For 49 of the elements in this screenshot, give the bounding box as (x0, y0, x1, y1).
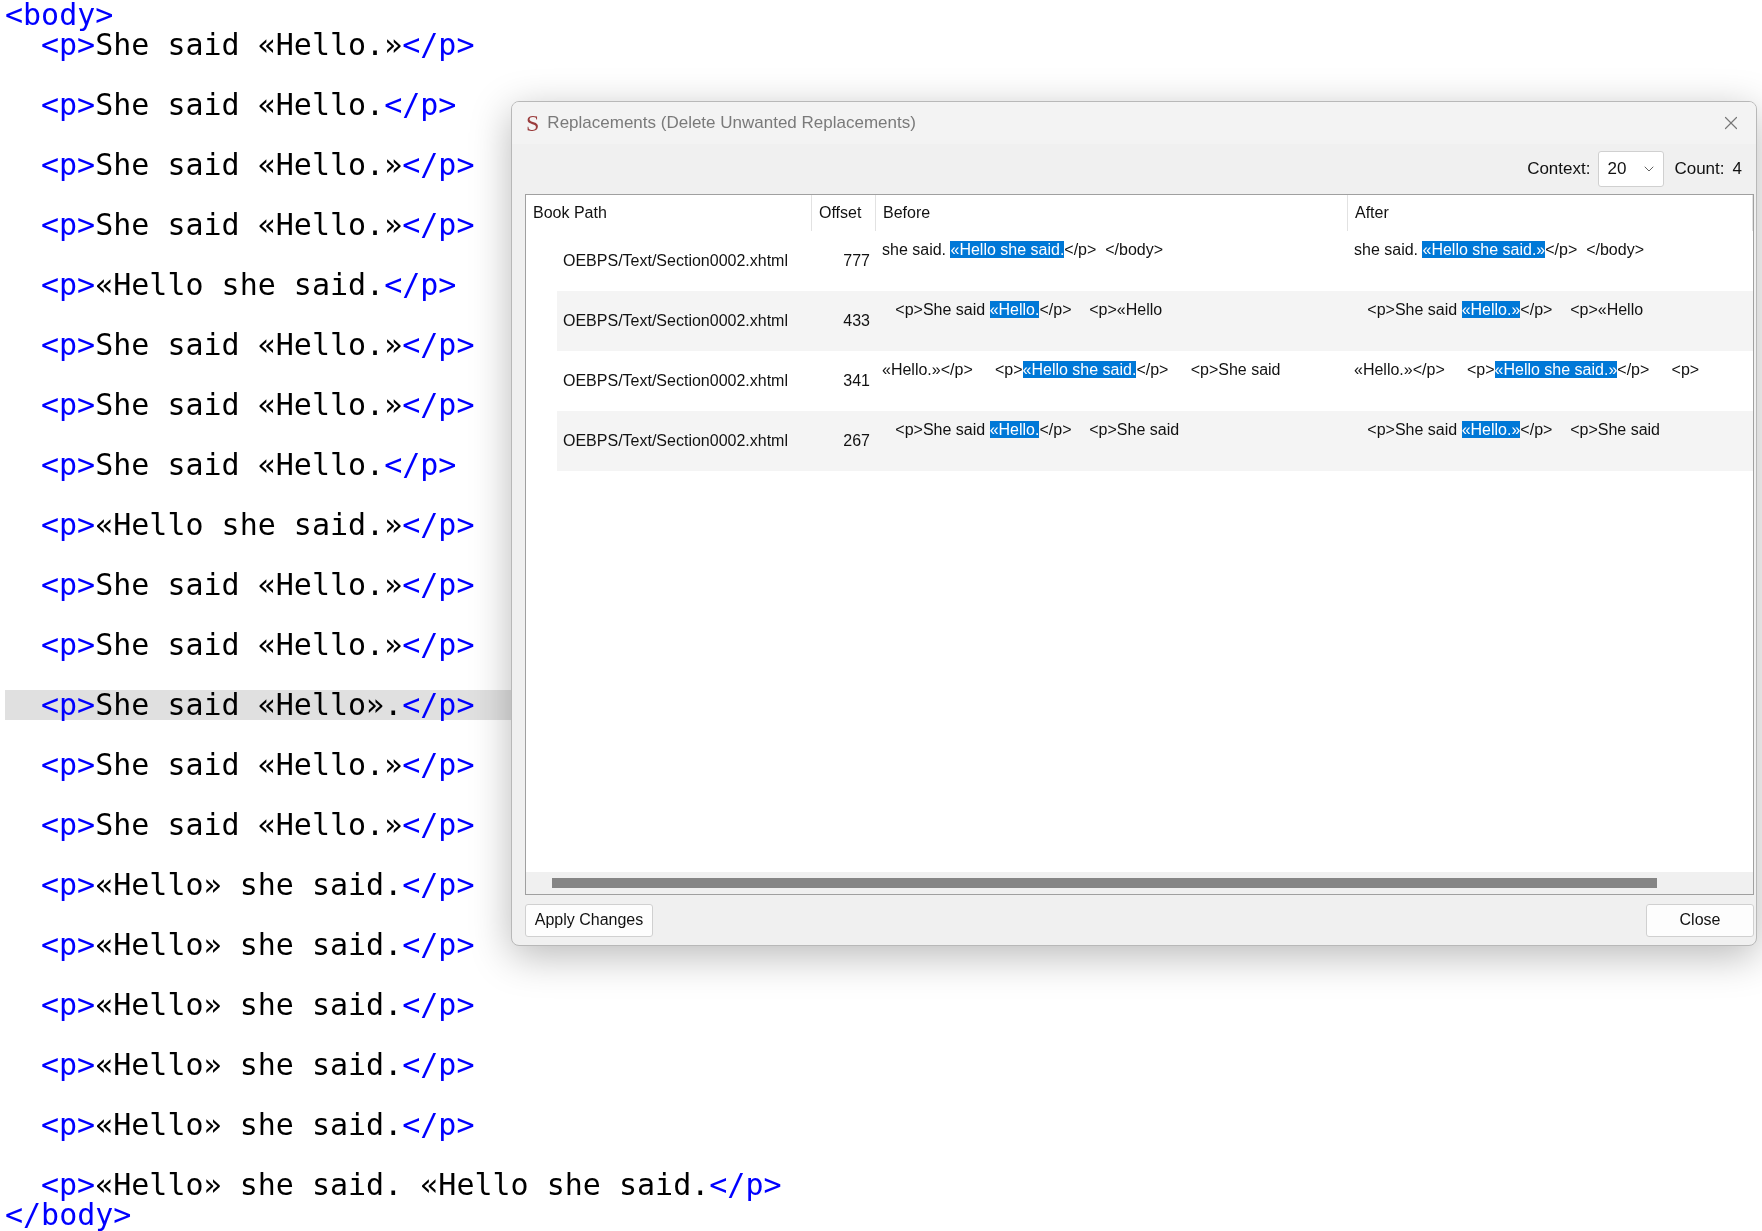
code-line: <p>She said «Hello.»</p> (40, 210, 475, 240)
code-line: <p>She said «Hello.»</p> (40, 390, 475, 420)
horizontal-scrollbar[interactable] (526, 872, 1753, 894)
table-row[interactable]: OEBPS/Text/Section0002.xhtml 267 <p>She said «Hello.</p> <p>She said <p>She said «Hello.»</p> <p>She said (557, 411, 1753, 471)
after-cell-text: «Hello.»</p> <p>«Hello she said.»</p> <p> (1353, 360, 1701, 380)
code-line: <p>«Hello she said.»</p> (40, 510, 475, 540)
before-cell-text: <p>She said «Hello.</p> <p>She said (894, 420, 1181, 440)
code-line: </body> (5, 1200, 132, 1230)
code-line: <p>She said «Hello.»</p> (40, 150, 475, 180)
code-line: <p>She said «Hello.»</p> (40, 810, 475, 840)
offset-cell-text: 433 (842, 311, 871, 331)
count-label: Count: (1674, 159, 1725, 179)
offset-cell-text: 341 (842, 371, 871, 391)
code-line: <p>She said «Hello.»</p> (40, 750, 475, 780)
code-line: <p>She said «Hello.»</p> (40, 630, 475, 660)
code-line: <body> (5, 0, 114, 30)
offset-cell-text: 777 (842, 251, 871, 271)
context-label: Context: (1527, 159, 1591, 179)
book-path-cell-text: OEBPS/Text/Section0002.xhtml (562, 251, 789, 271)
code-line: <p>«Hello» she said. «Hello she said.</p> (40, 1170, 782, 1200)
code-line: <p>«Hello» she said.</p> (40, 870, 475, 900)
app-logo: S (526, 111, 540, 135)
book-path-cell-text: OEBPS/Text/Section0002.xhtml (562, 311, 789, 331)
before-cell-text: she said. «Hello she said.</p> </body> (881, 240, 1165, 260)
after-cell-text: <p>She said «Hello.»</p> <p>She said (1366, 420, 1661, 440)
after-cell-text: she said. «Hello she said.»</p> </body> (1353, 240, 1645, 260)
code-line: <p>She said «Hello.»</p> (40, 570, 475, 600)
scrollbar-thumb[interactable] (552, 878, 1657, 888)
offset-cell-text: 267 (842, 431, 871, 451)
after-cell-text: <p>She said «Hello.»</p> <p>«Hello (1366, 300, 1645, 320)
before-cell-text: <p>She said «Hello.</p> <p>«Hello (894, 300, 1164, 320)
code-line: <p>She said «Hello.»</p> (40, 330, 475, 360)
before-cell-text: «Hello.»</p> <p>«Hello she said.</p> <p>She said (881, 360, 1282, 380)
table-row[interactable]: OEBPS/Text/Section0002.xhtml 433 <p>She said «Hello.</p> <p>«Hello <p>She said «Hello.»</p> <p>«Hello (557, 291, 1753, 351)
code-line: <p>«Hello she said.</p> (40, 270, 457, 300)
code-line: <p>«Hello» she said.</p> (40, 1050, 475, 1080)
code-line: <p>«Hello» she said.</p> (40, 990, 475, 1020)
book-path-cell-text: OEBPS/Text/Section0002.xhtml (562, 371, 789, 391)
code-line: <p>«Hello» she said.</p> (40, 930, 475, 960)
count-value: 4 (1732, 159, 1742, 179)
dialog-title: Replacements (Delete Unwanted Replacements) (547, 113, 917, 133)
code-line: <p>She said «Hello.</p> (40, 90, 457, 120)
book-path-cell-text: OEBPS/Text/Section0002.xhtml (562, 431, 789, 451)
close-dialog-button[interactable]: Close (1646, 903, 1754, 937)
code-line: <p>«Hello» she said.</p> (40, 1110, 475, 1140)
apply-changes-button[interactable]: Apply Changes (525, 903, 653, 937)
code-line: <p>She said «Hello.</p> (40, 450, 457, 480)
context-dropdown[interactable]: 20 (1598, 151, 1665, 187)
code-line: <p>She said «Hello.»</p> (41, 30, 475, 60)
